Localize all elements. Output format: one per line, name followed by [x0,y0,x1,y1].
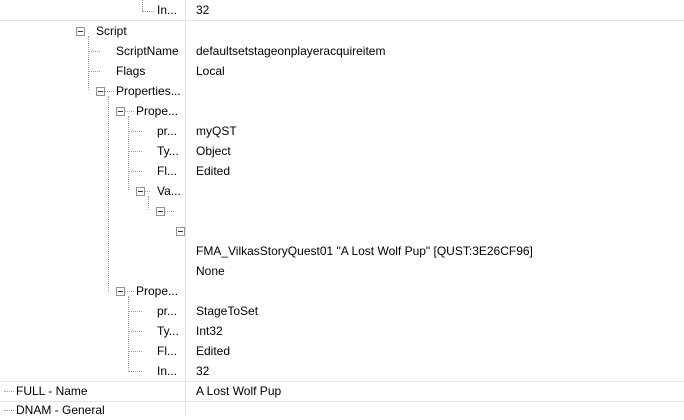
field-value: 32 [196,3,210,17]
tree-row[interactable]: ScriptName defaultsetstageonplayeracquir… [0,41,684,61]
tree-row-property[interactable]: Prope... [0,281,684,301]
tree-row[interactable]: Fl... Edited [0,341,684,361]
field-name: Fl... [157,344,177,358]
tree-row[interactable] [0,221,684,241]
field-value: FMA_VilkasStoryQuest01 "A Lost Wolf Pup"… [196,244,533,258]
tree-row-full-name[interactable]: FULL - Name A Lost Wolf Pup [0,381,684,402]
field-value: StageToSet [196,304,259,318]
field-name: Properties... [116,84,181,98]
field-value: 32 [196,364,210,378]
field-name: pr... [157,304,178,318]
field-name: Flags [116,64,146,78]
tree-row-properties[interactable]: Properties... [0,81,684,101]
collapse-icon[interactable] [156,207,165,216]
field-value: Int32 [196,324,223,338]
collapse-icon[interactable] [116,287,125,296]
tree-row[interactable]: FMA_VilkasStoryQuest01 "A Lost Wolf Pup"… [0,241,684,261]
field-name: Ty... [157,144,179,158]
field-name: In... [157,3,178,17]
collapse-icon[interactable] [96,87,105,96]
tree-row[interactable]: Flags Local [0,61,684,81]
collapse-icon[interactable] [116,107,125,116]
field-value: Object [196,144,231,158]
field-name: Prope... [136,104,179,118]
tree-row-script[interactable]: Script [0,21,684,41]
field-value: myQST [196,124,237,138]
field-name: DNAM - General [16,403,105,417]
field-name: FULL - Name [16,384,88,398]
field-name: ScriptName [116,44,179,58]
tree-row[interactable]: pr... StageToSet [0,301,684,321]
field-value: defaultsetstageonplayeracquireitem [196,44,386,58]
tree-row-property[interactable]: Prope... [0,101,684,121]
tree-row[interactable]: None [0,261,684,281]
field-name: In... [157,364,178,378]
collapse-icon[interactable] [136,187,145,196]
collapse-icon[interactable] [76,27,85,36]
tree-row[interactable] [0,201,684,221]
field-value: Edited [196,164,231,178]
field-value: Edited [196,344,231,358]
tree-row[interactable]: pr... myQST [0,121,684,141]
tree-row[interactable]: Fl... Edited [0,161,684,181]
field-name: pr... [157,124,178,138]
field-name: Prope... [136,284,179,298]
tree-row[interactable]: Ty... Object [0,141,684,161]
field-value: Local [196,64,225,78]
field-name: Fl... [157,164,177,178]
record-tree-view: In... 32 Script ScriptName defaultsetsta… [0,0,684,417]
field-name: Script [96,24,127,38]
tree-row[interactable]: Ty... Int32 [0,321,684,341]
tree-row[interactable]: In... 32 [0,0,684,21]
tree-row-value[interactable]: Va... [0,181,684,201]
field-value: None [196,264,225,278]
collapse-icon[interactable] [176,227,185,236]
field-name: Ty... [157,324,179,338]
tree-row[interactable]: In... 32 [0,361,684,382]
field-name: Va... [157,184,181,198]
tree-row-dnam-general[interactable]: DNAM - General [0,400,684,420]
field-value: A Lost Wolf Pup [196,384,282,398]
